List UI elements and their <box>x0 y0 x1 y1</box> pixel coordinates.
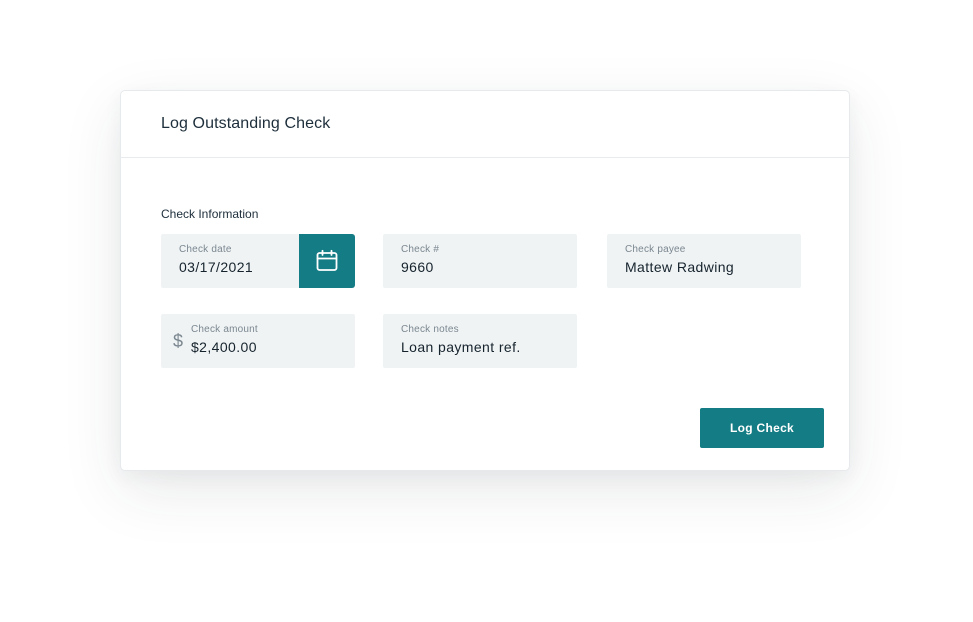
dialog-header: Log Outstanding Check <box>121 91 849 158</box>
check-number-label: Check # <box>401 244 440 255</box>
check-date-field[interactable]: Check date <box>161 234 355 288</box>
check-payee-field[interactable]: Check payee <box>607 234 801 288</box>
dollar-icon: $ <box>173 331 184 351</box>
log-check-button[interactable]: Log Check <box>700 408 824 448</box>
log-check-dialog: Log Outstanding Check Check Information … <box>120 90 850 471</box>
check-amount-input[interactable] <box>191 339 361 355</box>
dialog-title: Log Outstanding Check <box>161 115 331 132</box>
check-date-label: Check date <box>179 244 232 255</box>
check-amount-field[interactable]: $ Check amount <box>161 314 361 368</box>
date-picker-button[interactable] <box>299 234 355 288</box>
check-notes-label: Check notes <box>401 324 459 335</box>
check-number-field[interactable]: Check # <box>383 234 577 288</box>
check-notes-field[interactable]: Check notes <box>383 314 577 368</box>
check-notes-input[interactable] <box>401 339 571 355</box>
check-payee-label: Check payee <box>625 244 686 255</box>
check-date-input[interactable] <box>179 259 289 275</box>
check-payee-input[interactable] <box>625 259 795 275</box>
section-label: Check Information <box>161 207 259 221</box>
check-amount-label: Check amount <box>191 324 258 335</box>
calendar-icon <box>316 249 338 271</box>
check-number-input[interactable] <box>401 259 571 275</box>
